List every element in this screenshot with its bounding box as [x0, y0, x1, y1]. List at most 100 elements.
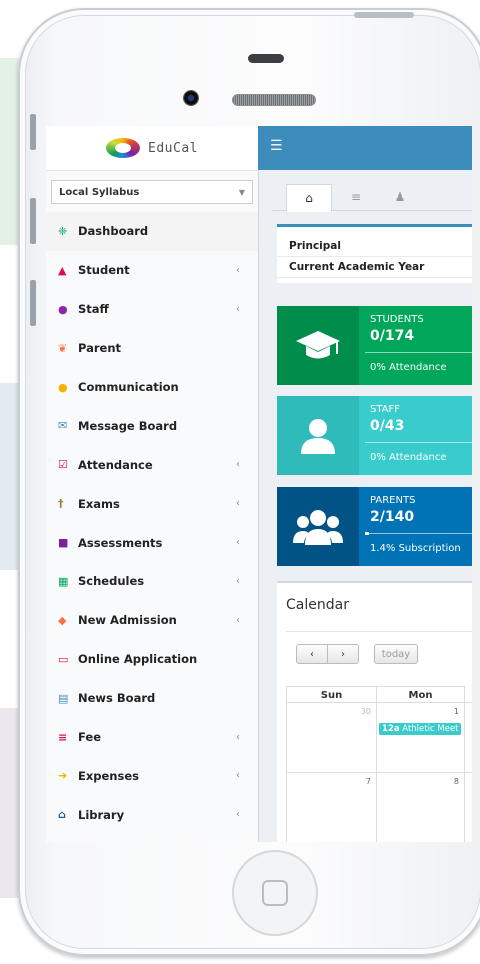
phone-volume-up — [30, 198, 36, 244]
home-icon: ⌂ — [305, 191, 313, 205]
calendar-icon: ▦ — [58, 574, 69, 588]
phone-mute-switch — [30, 114, 36, 150]
app-name: EduCal — [148, 140, 198, 156]
graduation-cap-icon — [277, 306, 359, 385]
list-icon: ≡ — [350, 190, 362, 204]
calendar-day-number: 8 — [453, 777, 459, 786]
sidebar-menu: ❈ Dashboard ▲ Student ‹ ● Staff ‹ ❦ Parent ● Commun… — [46, 212, 258, 834]
syllabus-select-value: Local Syllabus — [59, 186, 140, 198]
phone-sensor — [248, 54, 284, 63]
tag-icon: ◆ — [58, 613, 67, 627]
sidebar-item-communication[interactable]: ● Communication — [46, 368, 258, 407]
phone-earpiece — [232, 94, 316, 106]
sidebar-item-new-admission[interactable]: ◆ New Admission ‹ — [46, 601, 258, 640]
stat-subtext: 1.4% Subscription — [370, 543, 461, 554]
newspaper-icon: ▤ — [58, 691, 69, 705]
calendar-day-number: 1 — [453, 707, 459, 716]
calendar-event-time: 12a — [382, 724, 400, 734]
tab-list[interactable]: ≡ — [334, 184, 378, 210]
sidebar-item-online-application[interactable]: ▭ Online Application — [46, 640, 258, 679]
sidebar-item-label: Dashboard — [78, 224, 149, 239]
stat-subtext: 0% Attendance — [370, 452, 447, 463]
calendar-next-button[interactable]: › — [328, 644, 359, 664]
sidebar-item-label: New Admission — [78, 613, 177, 628]
sidebar-item-message-board[interactable]: ✉ Message Board — [46, 406, 258, 445]
calendar-prev-button[interactable]: ‹ — [296, 644, 328, 664]
sidebar-item-label: Attendance — [78, 457, 153, 472]
stat-value: 0/43 — [370, 418, 405, 434]
stat-progress-fill — [365, 532, 369, 535]
calendar-day-cell[interactable]: 1 12a Athletic Meet — [376, 702, 465, 773]
sidebar-item-staff[interactable]: ● Staff ‹ — [46, 290, 258, 329]
calendar-day-cell[interactable] — [464, 772, 472, 842]
dashboard-icon: ❈ — [58, 224, 68, 238]
chevron-left-icon: ‹ — [236, 731, 240, 743]
tab-home[interactable]: ⌂ — [286, 184, 332, 212]
stat-label: STUDENTS — [370, 314, 424, 325]
top-navbar: ☰ — [258, 126, 472, 170]
sidebar-item-label: Fee — [78, 730, 101, 745]
calendar-day-cell[interactable] — [464, 702, 472, 773]
users-icon — [277, 487, 359, 566]
app-logo[interactable]: EduCal — [46, 126, 258, 171]
sidebar-item-parent[interactable]: ❦ Parent — [46, 329, 258, 368]
sidebar-item-attendance[interactable]: ☑ Attendance ‹ — [46, 445, 258, 484]
user-plus-icon: ♟ — [394, 190, 406, 204]
stat-box-staff: STAFF 0/43 0% Attendance — [277, 396, 472, 475]
logo-mark-icon — [106, 138, 141, 158]
calendar-title: Calendar — [286, 597, 349, 613]
sidebar-item-schedules[interactable]: ▦ Schedules ‹ — [46, 562, 258, 601]
calendar-day-cell[interactable]: 30 — [286, 702, 377, 773]
chevron-left-icon: ‹ — [236, 498, 240, 510]
users-icon: ❦ — [58, 341, 68, 355]
sidebar-item-news-board[interactable]: ▤ News Board — [46, 679, 258, 718]
tab-user-plus[interactable]: ♟ — [378, 184, 422, 210]
sidebar-item-label: Communication — [78, 380, 179, 394]
calendar-box: Calendar ‹ › today Sun Mon 30 1 12a Athletic… — [277, 581, 472, 842]
sidebar-item-expenses[interactable]: ➜ Expenses ‹ — [46, 756, 258, 795]
sidebar-item-fee[interactable]: ≡ Fee ‹ — [46, 718, 258, 757]
phone-camera-icon — [184, 91, 198, 105]
stat-value: 0/174 — [370, 328, 415, 344]
sidebar-item-label: Assessments — [78, 535, 163, 550]
copy-icon: ■ — [58, 536, 69, 550]
user-icon — [277, 396, 359, 475]
tab-bar: ⌂ ≡ ♟ — [272, 182, 472, 212]
sidebar-item-label: Message Board — [78, 418, 178, 433]
menu-toggle-icon[interactable]: ☰ — [270, 138, 283, 154]
calendar-event-title: Athletic Meet — [402, 724, 459, 734]
calendar-today-button[interactable]: today — [374, 644, 418, 664]
stat-subtext: 0% Attendance — [370, 362, 447, 373]
principal-label: Principal — [277, 236, 472, 257]
stat-label: STAFF — [370, 404, 401, 415]
phone-home-button[interactable] — [232, 850, 318, 936]
stat-progress-track — [365, 442, 472, 443]
chevron-left-icon: ‹ — [236, 537, 240, 549]
stat-label: PARENTS — [370, 495, 416, 506]
sidebar-item-dashboard[interactable]: ❈ Dashboard — [46, 212, 258, 251]
calendar-day-cell[interactable]: 8 — [376, 772, 465, 842]
calendar-widget: ‹ › today Sun Mon 30 1 12a Athletic Meet 7 8 — [286, 631, 472, 842]
calendar-day-cell[interactable]: 7 — [286, 772, 377, 842]
sidebar-item-label: Staff — [78, 302, 109, 317]
info-box: Principal Current Academic Year — [277, 224, 472, 283]
sidebar-item-assessments[interactable]: ■ Assessments ‹ — [46, 523, 258, 562]
check-square-icon: ☑ — [58, 458, 68, 472]
thumbtack-icon: † — [58, 497, 64, 511]
calendar-event[interactable]: 12a Athletic Meet — [379, 723, 462, 735]
sidebar-item-label: Library — [78, 807, 125, 822]
sidebar-item-label: Schedules — [78, 574, 145, 589]
chevron-left-icon: ‹ — [236, 459, 240, 471]
sidebar-item-label: News Board — [78, 691, 156, 706]
user-icon: ● — [58, 302, 68, 316]
calendar-day-number: 7 — [365, 777, 371, 786]
calendar-day-header: Sun — [286, 686, 377, 703]
sidebar-item-student[interactable]: ▲ Student ‹ — [46, 251, 258, 290]
bars-icon: ≡ — [58, 730, 68, 744]
sidebar-item-exams[interactable]: † Exams ‹ — [46, 484, 258, 523]
sidebar: EduCal Local Syllabus ▼ ❈ Dashboard ▲ Stude… — [46, 126, 259, 842]
sidebar-item-library[interactable]: ⌂ Library ‹ — [46, 795, 258, 834]
sidebar-item-label: Student — [78, 263, 130, 278]
phone-power-button — [354, 12, 414, 18]
syllabus-select[interactable]: Local Syllabus ▼ — [51, 180, 253, 204]
